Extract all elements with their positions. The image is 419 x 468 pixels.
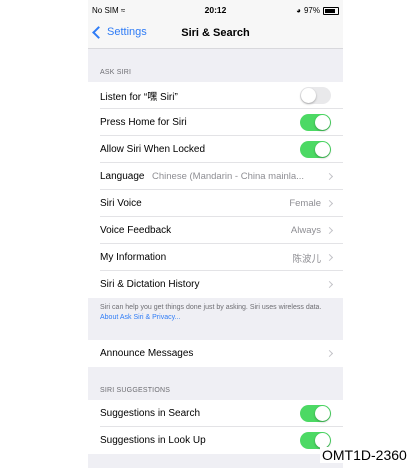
allow-siri-when-locked-toggle[interactable] bbox=[300, 141, 331, 158]
status-right: ◕ 97% bbox=[296, 6, 339, 15]
page-title: Siri & Search bbox=[181, 27, 250, 39]
language-value: Chinese (Mandarin - China mainla... bbox=[152, 171, 305, 182]
row-label: My Information bbox=[100, 252, 167, 263]
allow-siri-when-locked-row: Allow Siri When Locked bbox=[88, 136, 343, 163]
ask-siri-footer: Siri can help you get things done just b… bbox=[100, 303, 332, 323]
row-label: Language bbox=[100, 171, 145, 182]
toggle-knob bbox=[315, 142, 330, 157]
suggestions-in-search-toggle[interactable] bbox=[300, 405, 331, 422]
status-bar: No SIM ≈ 20:12 ◕ 97% bbox=[88, 0, 343, 20]
section-header-siri-suggestions: SIRI SUGGESTIONS bbox=[100, 387, 171, 394]
voice-feedback-row[interactable]: Voice Feedback Always bbox=[88, 217, 343, 244]
battery-icon bbox=[323, 6, 339, 15]
voice-feedback-value: Always bbox=[290, 225, 321, 236]
siri-voice-value: Female bbox=[289, 198, 321, 209]
suggestions-in-look-up-row: Suggestions in Look Up bbox=[88, 427, 343, 454]
siri-voice-row[interactable]: Siri Voice Female bbox=[88, 190, 343, 217]
my-information-row[interactable]: My Information 陈波儿 bbox=[88, 244, 343, 271]
row-label: Allow Siri When Locked bbox=[100, 144, 206, 155]
row-label: Suggestions in Search bbox=[100, 408, 201, 419]
siri-dictation-history-row[interactable]: Siri & Dictation History bbox=[88, 271, 343, 298]
ask-siri-group: Listen for “嘿 Siri” Press Home for Siri … bbox=[88, 82, 343, 298]
row-label: Siri Voice bbox=[100, 198, 142, 209]
phone-screen: No SIM ≈ 20:12 ◕ 97% Settings Siri & Sea… bbox=[88, 0, 343, 468]
chevron-right-icon bbox=[325, 199, 334, 208]
toggle-knob bbox=[315, 433, 330, 448]
row-label: Voice Feedback bbox=[100, 225, 172, 236]
navigation-bar: Settings Siri & Search bbox=[88, 20, 343, 49]
suggestions-in-search-row: Suggestions in Search bbox=[88, 400, 343, 427]
siri-suggestions-group: Suggestions in Search Suggestions in Loo… bbox=[88, 400, 343, 454]
announce-messages-row[interactable]: Announce Messages bbox=[88, 340, 343, 367]
row-label: Suggestions in Look Up bbox=[100, 435, 206, 446]
about-siri-privacy-link[interactable]: About Ask Siri & Privacy... bbox=[100, 314, 180, 321]
chevron-right-icon bbox=[325, 172, 334, 181]
row-label: Announce Messages bbox=[100, 348, 194, 359]
chevron-right-icon bbox=[325, 349, 334, 358]
battery-percent: 97% bbox=[303, 6, 320, 15]
footer-text: Siri can help you get things done just b… bbox=[100, 304, 322, 311]
chevron-right-icon bbox=[325, 253, 334, 262]
watermark-label: OMT1D-2360 bbox=[320, 447, 409, 463]
language-row[interactable]: Language Chinese (Mandarin - China mainl… bbox=[88, 163, 343, 190]
listen-for-hey-siri-toggle[interactable] bbox=[300, 87, 331, 104]
row-label: Listen for “嘿 Siri” bbox=[100, 92, 178, 103]
listen-for-hey-siri-row: Listen for “嘿 Siri” bbox=[88, 82, 343, 109]
press-home-for-siri-row: Press Home for Siri bbox=[88, 109, 343, 136]
toggle-knob bbox=[315, 115, 330, 130]
location-icon: ◕ bbox=[296, 6, 301, 15]
row-label: Siri & Dictation History bbox=[100, 279, 200, 290]
row-label: Press Home for Siri bbox=[100, 117, 187, 128]
toggle-knob bbox=[301, 88, 316, 103]
toggle-knob bbox=[315, 406, 330, 421]
my-information-value: 陈波儿 bbox=[292, 253, 321, 265]
section-header-ask-siri: ASK SIRI bbox=[100, 69, 132, 76]
chevron-right-icon bbox=[325, 226, 334, 235]
press-home-for-siri-toggle[interactable] bbox=[300, 114, 331, 131]
chevron-right-icon bbox=[325, 280, 334, 289]
announce-group: Announce Messages bbox=[88, 340, 343, 367]
